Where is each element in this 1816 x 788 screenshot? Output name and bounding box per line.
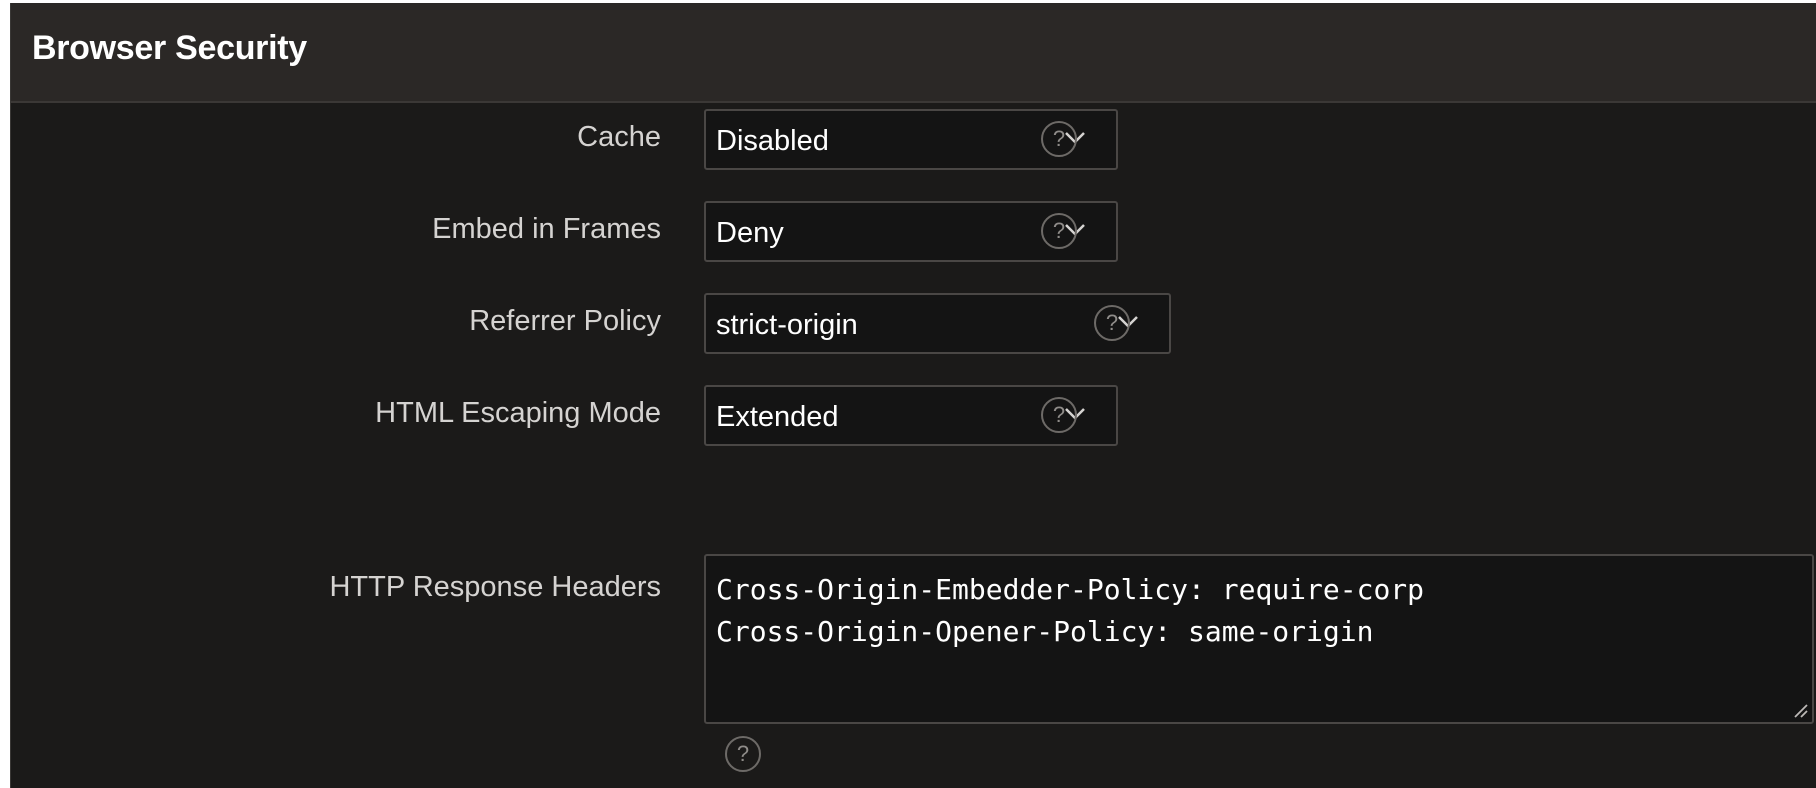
browser-security-region: Browser Security Cache Disabled ? Embed … [10,3,1816,788]
region-header: Browser Security [11,3,1816,103]
header-line-1: Cross-Origin-Embedder-Policy: require-co… [716,573,1425,606]
referrer-policy-help-icon[interactable]: ? [1094,305,1130,341]
html-escaping-mode-help-icon[interactable]: ? [1041,397,1077,433]
html-escaping-mode-label: HTML Escaping Mode [375,397,661,429]
referrer-policy-select-value: strict-origin [716,309,858,341]
cache-select-value: Disabled [716,125,829,157]
http-response-headers-textarea[interactable]: Cross-Origin-Embedder-Policy: require-co… [704,554,1814,724]
cache-help-icon[interactable]: ? [1041,121,1077,157]
embed-in-frames-label: Embed in Frames [432,213,661,245]
http-response-headers-help-icon[interactable]: ? [725,736,761,772]
cache-label: Cache [577,121,661,153]
embed-in-frames-help-icon[interactable]: ? [1041,213,1077,249]
http-response-headers-label: HTTP Response Headers [329,571,661,603]
region-title: Browser Security [32,29,307,67]
referrer-policy-label: Referrer Policy [469,305,661,337]
embed-in-frames-select-value: Deny [716,217,784,249]
html-escaping-mode-select-value: Extended [716,401,839,433]
header-line-2: Cross-Origin-Opener-Policy: same-origin [716,615,1374,648]
resize-handle-icon[interactable] [1792,702,1808,718]
